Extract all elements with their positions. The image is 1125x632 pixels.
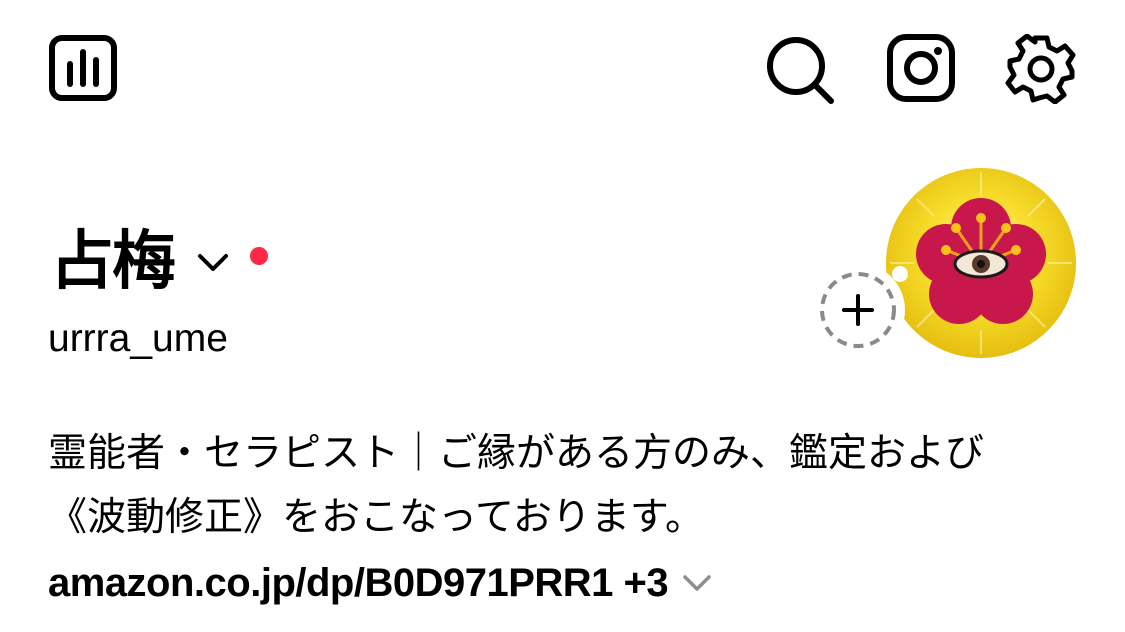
plum-blossom-eye-logo: [886, 168, 1076, 358]
profile-bio: 霊能者・セラピスト｜ご縁がある方のみ、鑑定および 《波動修正》をおこなっておりま…: [48, 422, 1088, 550]
instagram-icon: [887, 34, 955, 102]
notification-dot: [250, 247, 268, 265]
settings-gear-icon: [1005, 34, 1076, 104]
insights-icon: [49, 35, 117, 101]
chevron-down-icon[interactable]: [682, 573, 712, 593]
avatar[interactable]: [884, 166, 1078, 360]
bio-line: 《波動修正》をおこなっております。: [48, 495, 704, 540]
instagram-button[interactable]: [886, 34, 956, 102]
settings-button[interactable]: [1004, 34, 1078, 104]
insights-button[interactable]: [48, 34, 118, 102]
profile-links[interactable]: amazon.co.jp/dp/B0D971PRR1 +3: [48, 557, 712, 609]
chevron-down-icon[interactable]: [196, 251, 230, 273]
search-button[interactable]: [764, 34, 836, 106]
profile-display-name: 占梅: [50, 225, 176, 299]
add-note-icon: [811, 263, 908, 357]
profile-link[interactable]: amazon.co.jp/dp/B0D971PRR1 +3: [48, 561, 669, 606]
search-icon: [767, 37, 834, 104]
profile-name-row[interactable]: 占梅: [50, 222, 268, 302]
add-note-button[interactable]: [806, 260, 912, 360]
username: urrra_ume: [48, 317, 228, 360]
bio-line: 霊能者・セラピスト｜ご縁がある方のみ、鑑定および: [48, 431, 985, 476]
